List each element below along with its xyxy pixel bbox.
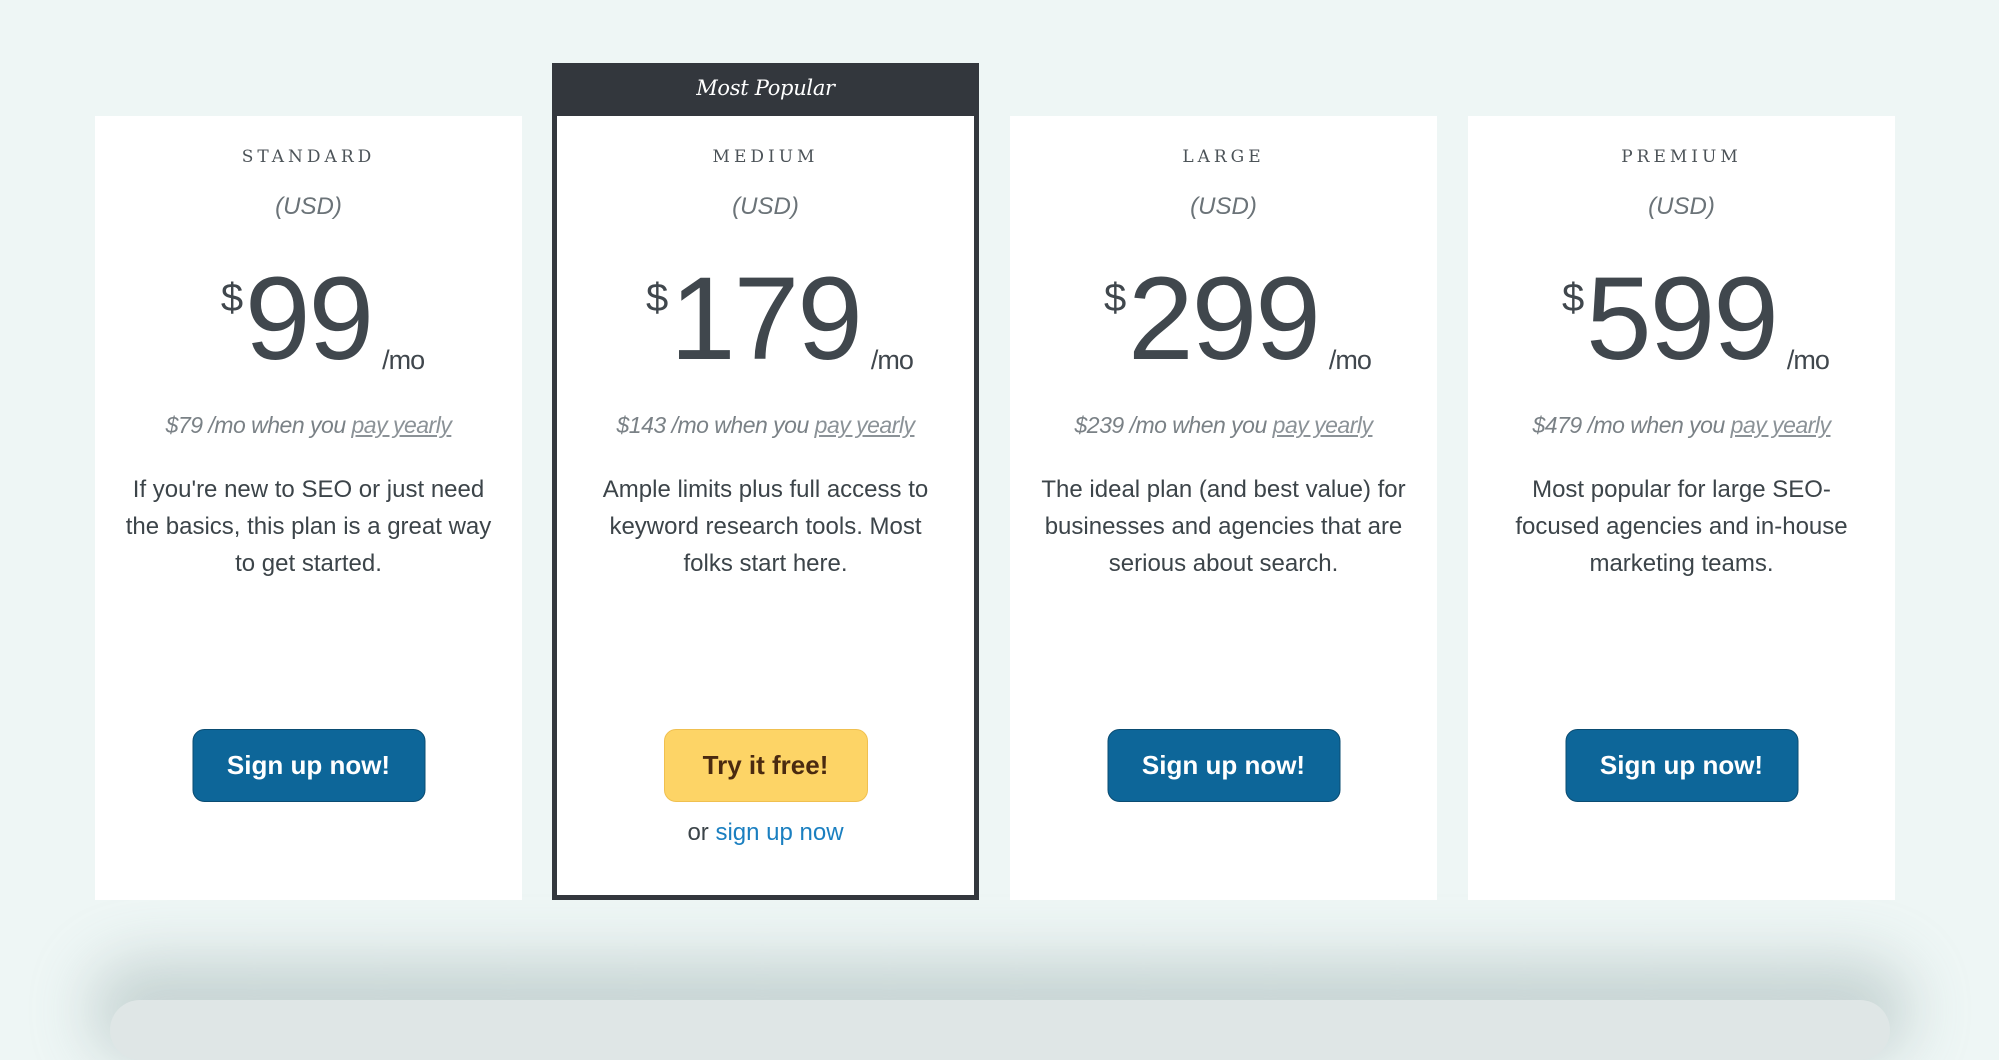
plan-currency: (USD) <box>732 193 799 220</box>
plan-name: STANDARD <box>241 147 376 167</box>
currency-symbol: $ <box>646 276 669 320</box>
plan-currency: (USD) <box>275 193 342 220</box>
try-free-button[interactable]: Try it free! <box>663 729 868 802</box>
plan-price: $ 179 /mo <box>552 260 979 378</box>
plan-description: If you're new to SEO or just need the ba… <box>125 476 492 577</box>
plan-description: Ample limits plus full access to keyword… <box>602 476 929 577</box>
plan-card-premium: PREMIUM (USD) $ 599 /mo $479 /mo when yo… <box>1468 116 1895 900</box>
plan-price: $ 299 /mo <box>1010 260 1437 378</box>
yearly-price: $479 /mo when you pay yearly <box>1468 412 1895 439</box>
price-amount: 179 <box>670 253 863 385</box>
plan-card-standard: STANDARD (USD) $ 99 /mo $79 /mo when you… <box>95 116 522 900</box>
most-popular-badge: Most Popular <box>557 63 974 116</box>
price-period: /mo <box>1328 345 1372 375</box>
plan-price: $ 599 /mo <box>1468 260 1895 378</box>
alt-signup: or sign up now <box>552 819 979 847</box>
price-amount: 599 <box>1586 253 1779 385</box>
plan-name: LARGE <box>1182 147 1265 167</box>
currency-symbol: $ <box>1562 276 1585 320</box>
alt-signup-prefix: or <box>687 819 716 846</box>
currency-symbol: $ <box>220 276 244 320</box>
plan-card-large: LARGE (USD) $ 299 /mo $239 /mo when you … <box>1010 116 1437 900</box>
currency-symbol: $ <box>1104 276 1127 320</box>
sign-up-button[interactable]: Sign up now! <box>192 729 425 802</box>
yearly-price-text: $239 /mo when you <box>1074 412 1273 438</box>
yearly-price-text: $143 /mo when you <box>616 412 815 438</box>
plan-description: The ideal plan (and best value) for busi… <box>1041 476 1406 577</box>
yearly-price-text: $79 /mo when you <box>165 412 352 438</box>
plan-currency: (USD) <box>1190 193 1257 220</box>
plan-currency: (USD) <box>1648 193 1715 220</box>
sign-up-button[interactable]: Sign up now! <box>1565 729 1798 802</box>
price-period: /mo <box>870 345 914 375</box>
plan-price: $ 99 /mo <box>95 260 522 378</box>
yearly-price-text: $479 /mo when you <box>1532 412 1731 438</box>
plan-card-medium: Most Popular MEDIUM (USD) $ 179 /mo $143… <box>552 63 979 900</box>
price-period: /mo <box>382 345 425 375</box>
pay-yearly-link[interactable]: pay yearly <box>1273 412 1373 438</box>
price-amount: 99 <box>244 253 374 385</box>
pay-yearly-link[interactable]: pay yearly <box>1731 412 1831 438</box>
sign-up-button[interactable]: Sign up now! <box>1107 729 1340 802</box>
sign-up-now-link[interactable]: sign up now <box>715 819 843 846</box>
yearly-price: $79 /mo when you pay yearly <box>95 412 522 439</box>
pay-yearly-link[interactable]: pay yearly <box>352 412 452 438</box>
plan-description: Most popular for large SEO-focused agenc… <box>1515 476 1848 577</box>
price-amount: 299 <box>1128 253 1321 385</box>
yearly-price: $143 /mo when you pay yearly <box>552 412 979 439</box>
plan-name: MEDIUM <box>712 147 819 167</box>
yearly-price: $239 /mo when you pay yearly <box>1010 412 1437 439</box>
plan-name: PREMIUM <box>1621 147 1742 167</box>
price-period: /mo <box>1786 345 1830 375</box>
pay-yearly-link[interactable]: pay yearly <box>815 412 915 438</box>
below-section-shadow <box>110 1000 1890 1060</box>
